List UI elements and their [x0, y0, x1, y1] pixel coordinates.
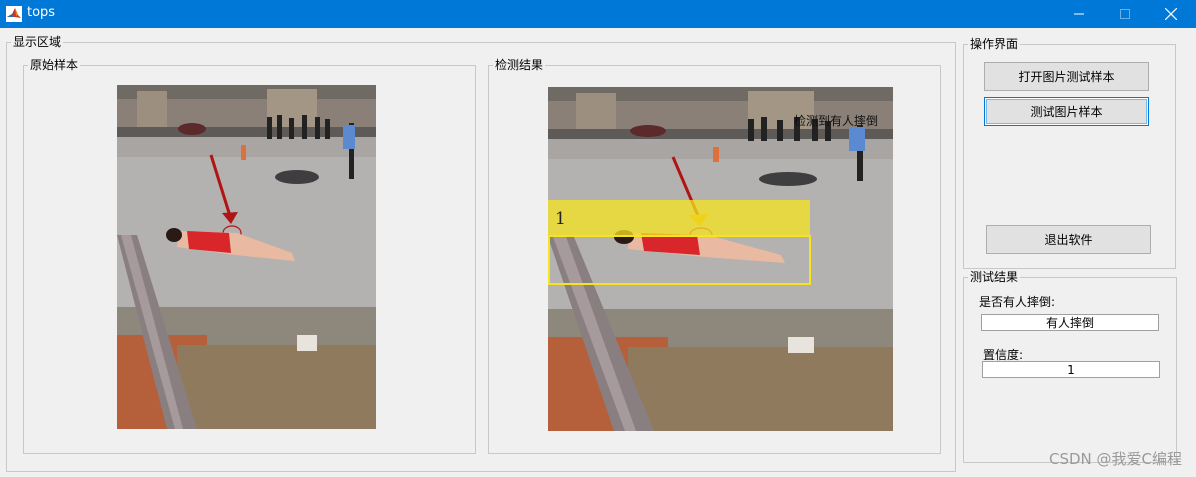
maximize-icon: [1120, 9, 1130, 19]
fall-detection-field[interactable]: 有人摔倒: [981, 314, 1159, 331]
detection-label-bar: [548, 200, 810, 236]
close-icon: [1165, 8, 1177, 20]
original-sample-title: 原始样本: [28, 58, 81, 72]
exit-software-button[interactable]: 退出软件: [986, 225, 1151, 254]
original-sample-image: [117, 85, 376, 429]
original-sample-panel: 原始样本: [23, 58, 476, 454]
operations-title: 操作界面: [968, 37, 1021, 51]
minimize-button[interactable]: [1056, 0, 1102, 28]
test-results-panel: 测试结果 是否有人摔倒: 有人摔倒 置信度: 1: [963, 270, 1177, 463]
display-area-title: 显示区域: [11, 35, 64, 49]
fall-detection-label: 是否有人摔倒:: [979, 295, 1056, 309]
detection-result-image: 1 检测到有人摔倒: [548, 87, 893, 431]
detected-street-scene-picture: 1 检测到有人摔倒: [548, 87, 893, 431]
csdn-watermark: CSDN @我爱C编程: [1048, 450, 1182, 468]
detection-result-panel: 检测结果 1 检测到有人摔倒: [488, 58, 941, 454]
operations-panel: 操作界面 打开图片测试样本 测试图片样本 退出软件: [963, 37, 1176, 269]
fall-detected-overlay: 检测到有人摔倒: [794, 113, 878, 128]
client-area: 显示区域 原始样本 检测结果 1 检测到有人摔倒 操作界面 打开图片测试样本 测…: [0, 28, 1196, 477]
test-results-title: 测试结果: [968, 270, 1021, 284]
detection-box-label: 1: [555, 209, 566, 229]
detection-result-title: 检测结果: [493, 58, 546, 72]
test-image-button[interactable]: 测试图片样本: [984, 97, 1149, 126]
close-button[interactable]: [1148, 0, 1194, 28]
maximize-button[interactable]: [1102, 0, 1148, 28]
minimize-icon: [1074, 13, 1084, 15]
open-test-image-button[interactable]: 打开图片测试样本: [984, 62, 1149, 91]
matlab-icon: [6, 6, 22, 22]
street-scene-picture: [117, 85, 376, 429]
display-area-panel: 显示区域 原始样本 检测结果 1 检测到有人摔倒: [6, 35, 956, 472]
title-bar: tops: [0, 0, 1196, 28]
window-title: tops: [27, 5, 56, 20]
confidence-field[interactable]: 1: [982, 361, 1160, 378]
